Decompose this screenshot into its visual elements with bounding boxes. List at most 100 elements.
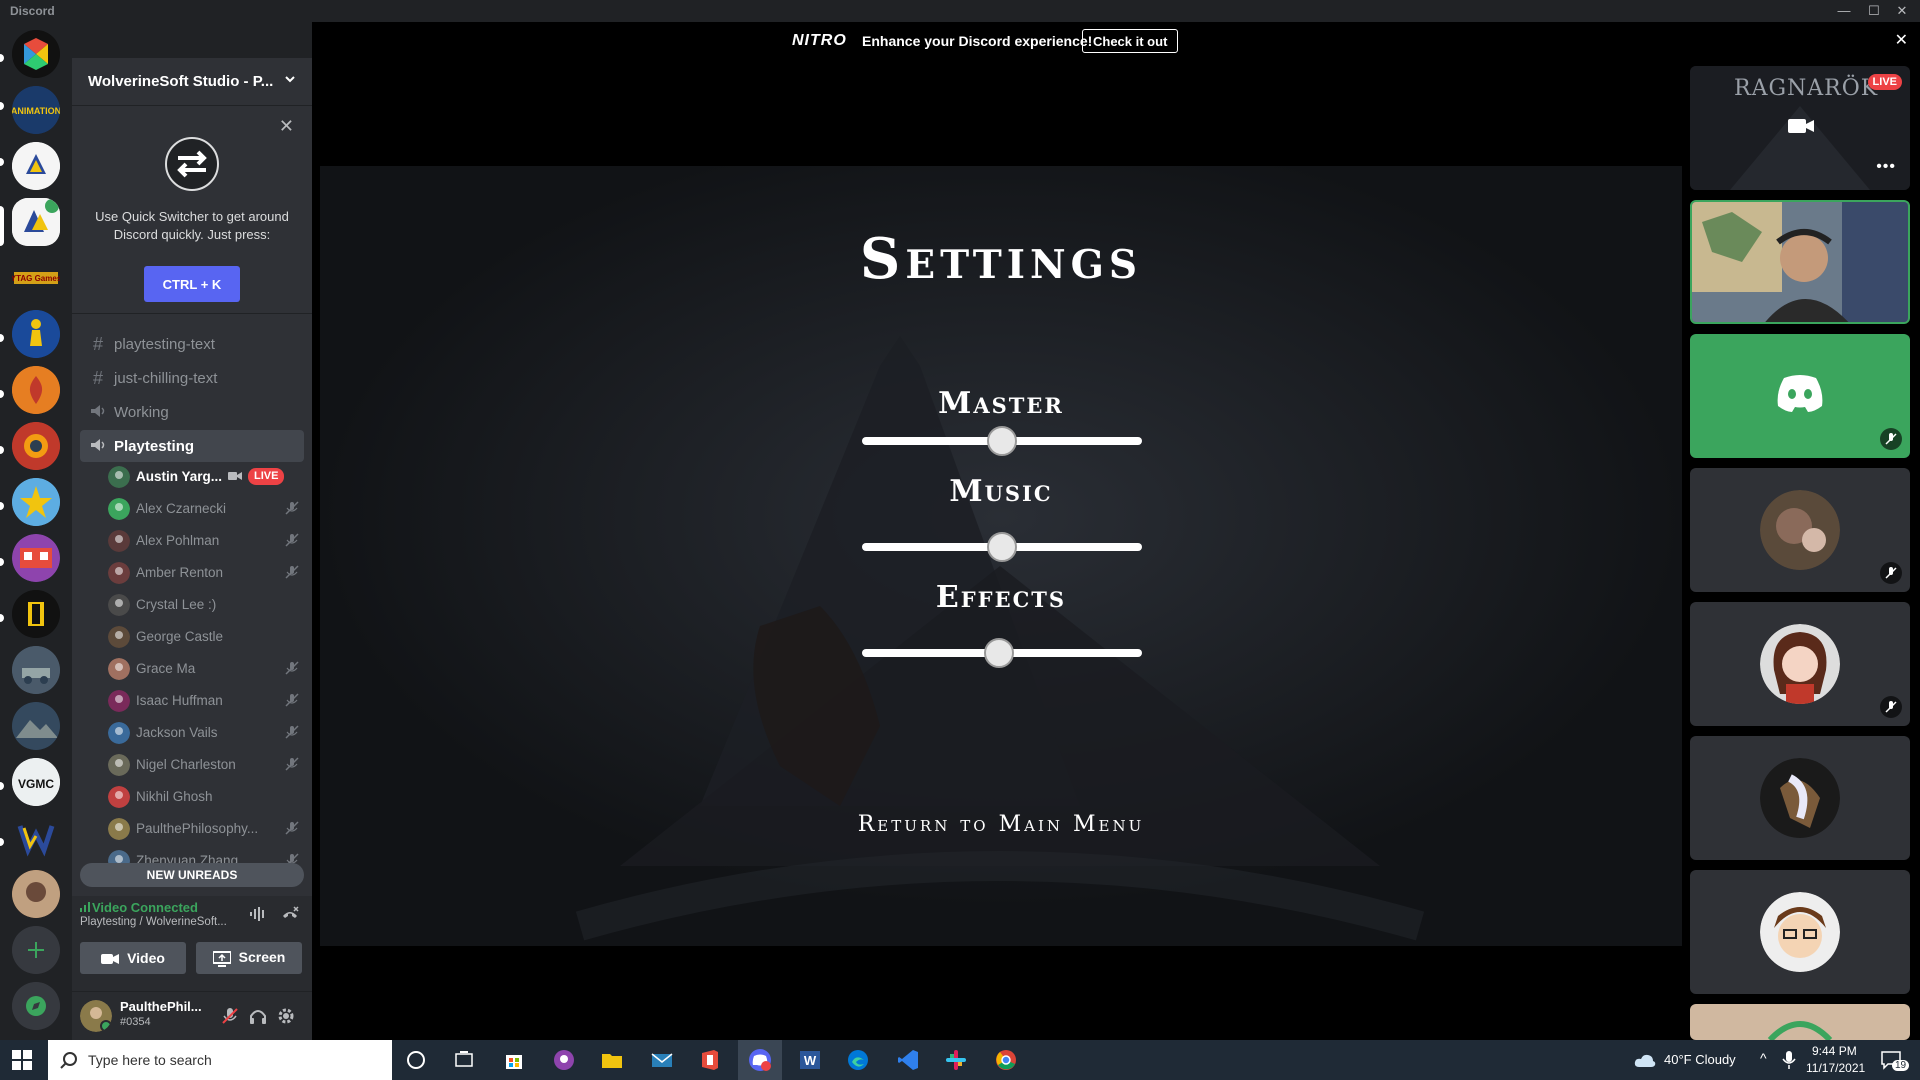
server-icon-yellow-star[interactable]: [12, 478, 60, 526]
slider-knob[interactable]: [984, 638, 1015, 668]
more-options-icon[interactable]: •••: [1876, 158, 1896, 176]
server-icon-pixel[interactable]: [12, 534, 60, 582]
live-badge: LIVE: [1867, 74, 1902, 90]
username[interactable]: PaulthePhil...: [120, 999, 202, 1014]
server-icon-dark[interactable]: [12, 590, 60, 638]
taskbar-search[interactable]: Type here to search: [48, 1040, 392, 1080]
close-icon[interactable]: ✕: [279, 116, 294, 137]
podcast-app-icon[interactable]: [552, 1048, 576, 1072]
voice-user[interactable]: Nikhil Ghosh: [108, 784, 304, 810]
avatar-tile[interactable]: [1690, 468, 1910, 592]
disconnect-icon[interactable]: [280, 904, 300, 924]
voice-connection-panel: Video Connected Playtesting / WolverineS…: [72, 896, 312, 992]
voice-user[interactable]: Grace Ma: [108, 656, 304, 682]
connection-status[interactable]: Video Connected: [92, 900, 198, 915]
slider-knob[interactable]: [987, 426, 1017, 456]
voice-user[interactable]: Crystal Lee :): [108, 592, 304, 618]
voice-user[interactable]: PaulthePhilosophy...: [108, 816, 304, 842]
explore-servers-button[interactable]: [12, 982, 60, 1030]
file-explorer-icon[interactable]: [600, 1048, 624, 1072]
server-icon-home[interactable]: [12, 30, 60, 78]
voice-user-name: Nikhil Ghosh: [136, 789, 213, 804]
cortana-icon[interactable]: [404, 1048, 428, 1072]
avatar-tile[interactable]: [1690, 602, 1910, 726]
avatar-tile[interactable]: [1690, 1004, 1910, 1040]
voice-user[interactable]: Alex Czarnecki: [108, 496, 304, 522]
chrome-icon[interactable]: [994, 1048, 1018, 1072]
muted-microphone-icon: [285, 565, 299, 579]
server-icon-red[interactable]: [12, 422, 60, 470]
connection-location[interactable]: Playtesting / WolverineSoft...: [80, 916, 230, 928]
return-to-main-menu-button[interactable]: Return to Main Menu: [320, 812, 1682, 837]
discord-user-tile[interactable]: [1690, 334, 1910, 458]
voice-user-name: Isaac Huffman: [136, 693, 223, 708]
gear-icon[interactable]: [276, 1006, 296, 1026]
stream-stage[interactable]: Settings Master Music Effects Return to …: [312, 58, 1688, 1040]
stream-tile[interactable]: RAGNARÖK LIVE •••: [1690, 66, 1910, 190]
windows-start-icon[interactable]: [12, 1050, 32, 1070]
server-icon-rover[interactable]: [12, 646, 60, 694]
mail-icon[interactable]: [650, 1048, 674, 1072]
word-icon[interactable]: W: [798, 1048, 822, 1072]
clock-time[interactable]: 9:44 PM: [1812, 1044, 1857, 1058]
voice-user[interactable]: Jackson Vails: [108, 720, 304, 746]
avatar: [108, 498, 130, 520]
microphone-tray-icon[interactable]: [1782, 1050, 1796, 1070]
channel-just-chilling-text[interactable]: # just-chilling-text: [80, 362, 304, 394]
add-server-button[interactable]: [12, 926, 60, 974]
voice-user[interactable]: George Castle: [108, 624, 304, 650]
server-icon-mountain[interactable]: [12, 702, 60, 750]
voice-user[interactable]: Isaac Huffman: [108, 688, 304, 714]
avatar-tile[interactable]: [1690, 870, 1910, 994]
nitro-check-it-out-button[interactable]: Check it out: [1082, 29, 1179, 53]
server-icon-vgmc[interactable]: VGMC: [12, 758, 60, 806]
mute-microphone-icon[interactable]: [220, 1006, 240, 1026]
master-volume-slider[interactable]: [862, 426, 1142, 456]
server-icon-wolverinesoft-studio[interactable]: [12, 198, 60, 246]
server-icon-animation[interactable]: ANIMATION: [12, 86, 60, 134]
server-icon-flame[interactable]: [12, 366, 60, 414]
slider-knob[interactable]: [987, 532, 1017, 562]
avatar[interactable]: [80, 1000, 112, 1032]
channel-playtesting[interactable]: Playtesting: [80, 430, 304, 462]
screen-share-button[interactable]: Screen: [196, 942, 302, 974]
noise-suppression-icon[interactable]: [248, 904, 268, 924]
server-icon-ytag-games[interactable]: YTAG Games: [12, 254, 60, 302]
screen-button-label: Screen: [238, 949, 286, 966]
server-icon-w[interactable]: [12, 814, 60, 862]
slack-icon[interactable]: [944, 1048, 968, 1072]
close-icon[interactable]: ✕: [1895, 30, 1908, 50]
avatar-tile[interactable]: [1690, 736, 1910, 860]
server-header[interactable]: WolverineSoft Studio - P...: [72, 58, 312, 106]
chevron-up-icon[interactable]: ^: [1760, 1050, 1767, 1066]
clock-date[interactable]: 11/17/2021: [1806, 1061, 1865, 1075]
task-view-icon[interactable]: [452, 1048, 476, 1072]
store-icon[interactable]: [502, 1048, 526, 1072]
music-volume-slider[interactable]: [862, 532, 1142, 562]
headphones-icon[interactable]: [248, 1006, 268, 1026]
weather-text[interactable]: 40°F Cloudy: [1664, 1052, 1736, 1067]
channel-playtesting-text[interactable]: # playtesting-text: [80, 328, 304, 360]
unread-pill: [0, 502, 4, 510]
office-icon[interactable]: [698, 1048, 722, 1072]
video-button[interactable]: Video: [80, 942, 186, 974]
quick-switcher-shortcut-button[interactable]: CTRL + K: [144, 266, 240, 302]
voice-user[interactable]: Austin Yarg... LIVE: [108, 464, 304, 490]
avatar: [108, 658, 130, 680]
server-icon-chess[interactable]: [12, 310, 60, 358]
discord-taskbar-icon[interactable]: [748, 1048, 772, 1072]
voice-user[interactable]: Amber Renton: [108, 560, 304, 586]
server-icon-wolverinesoft[interactable]: [12, 142, 60, 190]
minimize-button[interactable]: —: [1832, 2, 1856, 20]
voice-user[interactable]: Alex Pohlman: [108, 528, 304, 554]
vscode-icon[interactable]: [896, 1048, 920, 1072]
server-icon-group[interactable]: [12, 870, 60, 918]
camera-tile[interactable]: [1690, 200, 1910, 324]
edge-icon[interactable]: [846, 1048, 870, 1072]
maximize-button[interactable]: ☐: [1862, 2, 1886, 20]
effects-volume-slider[interactable]: [862, 638, 1142, 668]
new-unreads-banner[interactable]: NEW UNREADS: [80, 863, 304, 887]
close-window-button[interactable]: ✕: [1890, 2, 1914, 20]
voice-user[interactable]: Nigel Charleston: [108, 752, 304, 778]
channel-working[interactable]: Working: [80, 396, 304, 428]
